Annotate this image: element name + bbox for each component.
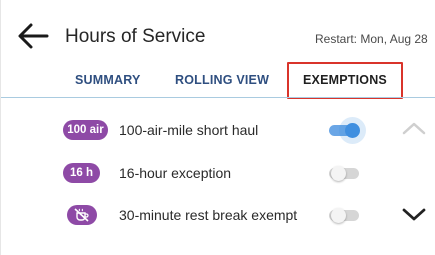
chevron-down-icon[interactable] — [401, 206, 427, 227]
exemption-label: 16-hour exception — [119, 165, 232, 181]
exemption-row-rest-break: 30-minute rest break exempt — [1, 201, 435, 229]
no-coffee-icon — [67, 205, 97, 225]
restart-info: Restart: Mon, Aug 28 — [315, 32, 428, 46]
short-haul-toggle[interactable] — [329, 123, 360, 138]
exemption-row-short-haul: 100 air 100-air-mile short haul — [1, 116, 435, 144]
exemption-label: 100-air-mile short haul — [119, 122, 259, 138]
tab-exemptions[interactable]: EXEMPTIONS — [303, 73, 387, 87]
page-title: Hours of Service — [65, 26, 206, 47]
exemption-row-16-hour: 16 h 16-hour exception — [1, 159, 435, 187]
chevron-up-icon[interactable] — [401, 120, 427, 141]
tabs-divider — [1, 97, 435, 98]
short-haul-badge: 100 air — [63, 120, 108, 140]
tab-summary[interactable]: SUMMARY — [75, 73, 141, 87]
sixteen-hour-badge: 16 h — [63, 163, 100, 183]
exemption-label: 30-minute rest break exempt — [119, 207, 298, 223]
sixteen-hour-toggle[interactable] — [329, 166, 359, 181]
tab-rolling-view[interactable]: ROLLING VIEW — [175, 73, 269, 87]
hos-screen: Hours of Service Restart: Mon, Aug 28 SU… — [0, 0, 435, 255]
tab-bar: SUMMARY ROLLING VIEW EXEMPTIONS — [1, 60, 435, 98]
rest-break-toggle[interactable] — [329, 208, 359, 223]
header: Hours of Service Restart: Mon, Aug 28 — [1, 0, 435, 60]
back-arrow-icon[interactable] — [15, 20, 53, 52]
